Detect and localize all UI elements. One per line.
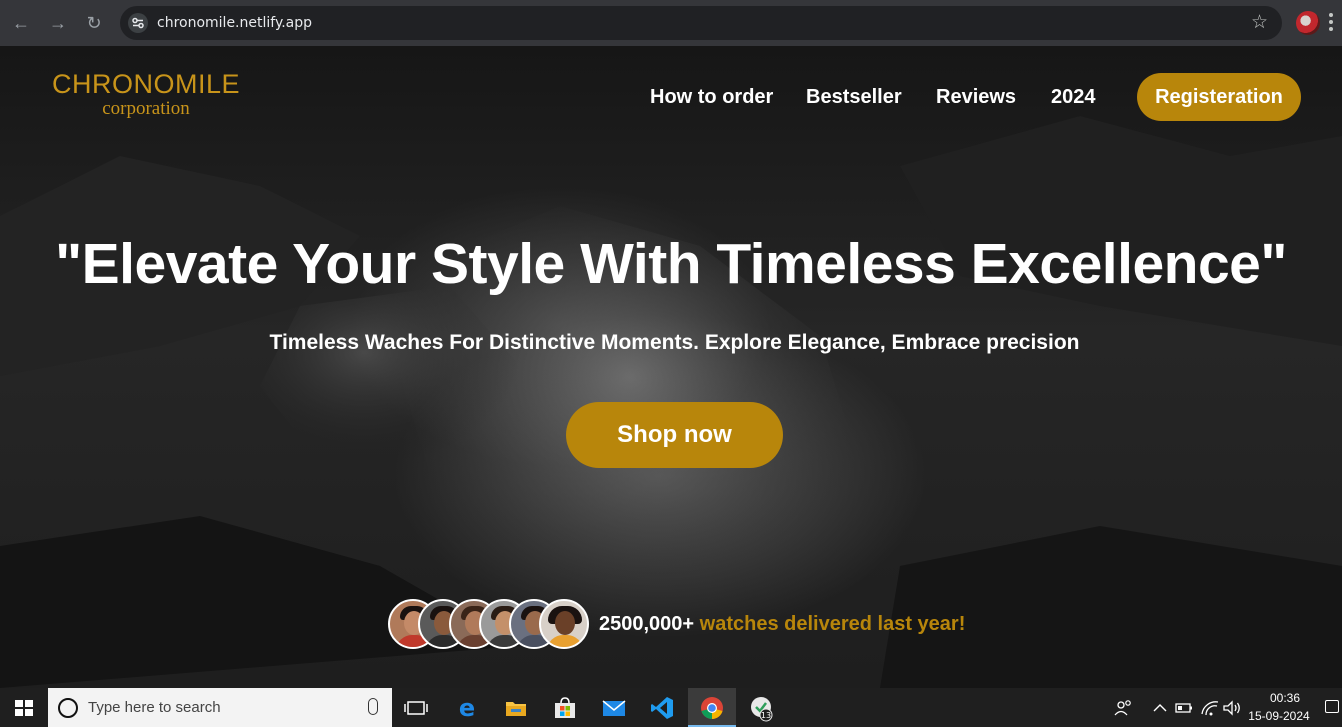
delivery-stat: 2500,000+ watches delivered last year!	[599, 613, 965, 636]
clock-date[interactable]: 15-09-2024	[1246, 709, 1312, 723]
windows-start-icon[interactable]	[15, 700, 33, 716]
taskbar-search-box[interactable]: Type here to search	[48, 688, 392, 727]
nav-link-2024[interactable]: 2024	[1051, 86, 1096, 109]
edge-icon[interactable]: e	[453, 694, 481, 722]
browser-menu-icon[interactable]	[1328, 10, 1334, 36]
profile-avatar[interactable]	[1296, 11, 1320, 35]
microphone-icon[interactable]	[368, 698, 378, 715]
chrome-icon	[701, 697, 723, 719]
logo-title: CHRONOMILE	[51, 69, 240, 99]
reload-icon[interactable]: ↻	[81, 10, 107, 36]
bookmark-star-icon[interactable]: ☆	[1251, 11, 1268, 34]
address-bar[interactable]: chronomile.netlify.app ☆	[120, 6, 1282, 40]
site-info-icon[interactable]	[128, 13, 148, 33]
mail-icon[interactable]	[600, 694, 628, 722]
registration-button[interactable]: Registeration	[1137, 73, 1301, 121]
nav-link-reviews[interactable]: Reviews	[936, 86, 1016, 109]
rock-background-image	[0, 116, 1342, 688]
browser-toolbar: ← → ↻ chronomile.netlify.app ☆	[0, 0, 1342, 46]
windows-taskbar: Type here to search e 13 00:36 15-09-202…	[0, 688, 1342, 727]
customer-avatars	[388, 599, 598, 651]
nav-link-bestseller[interactable]: Bestseller	[806, 86, 902, 109]
task-view-icon[interactable]	[402, 694, 430, 722]
notification-center-icon[interactable]	[1325, 700, 1339, 713]
chrome-taskbar-button[interactable]	[688, 688, 736, 727]
logo-subtitle: corporation	[102, 98, 190, 119]
app-badge: 13	[761, 711, 771, 720]
nav-link-how-to-order[interactable]: How to order	[650, 86, 773, 109]
app-icon[interactable]: 13	[747, 694, 775, 722]
customer-avatar	[539, 599, 589, 649]
taskbar-search-placeholder: Type here to search	[88, 699, 221, 716]
hero-subtitle: Timeless Waches For Distinctive Moments.…	[269, 331, 1080, 354]
volume-icon[interactable]	[1218, 694, 1246, 722]
file-explorer-icon[interactable]	[502, 694, 530, 722]
brand-logo[interactable]: CHRONOMILE corporation	[51, 69, 241, 119]
people-icon[interactable]	[1110, 694, 1138, 722]
hero-section: CHRONOMILE corporation How to order Best…	[0, 46, 1342, 688]
battery-icon[interactable]	[1170, 694, 1198, 722]
url-text[interactable]: chronomile.netlify.app	[157, 15, 312, 31]
vscode-icon[interactable]	[648, 694, 676, 722]
svg-text:e: e	[459, 694, 475, 722]
stat-number: 2500,000+	[599, 613, 695, 635]
microsoft-store-icon[interactable]	[551, 694, 579, 722]
clock-time[interactable]: 00:36	[1262, 691, 1308, 705]
stat-text: watches delivered last year!	[699, 613, 966, 635]
forward-icon[interactable]: →	[45, 10, 71, 36]
shop-now-button[interactable]: Shop now	[566, 402, 783, 468]
hero-title: "Elevate Your Style With Timeless Excell…	[55, 232, 1287, 296]
back-icon[interactable]: ←	[8, 10, 34, 36]
cortana-icon	[58, 698, 78, 718]
